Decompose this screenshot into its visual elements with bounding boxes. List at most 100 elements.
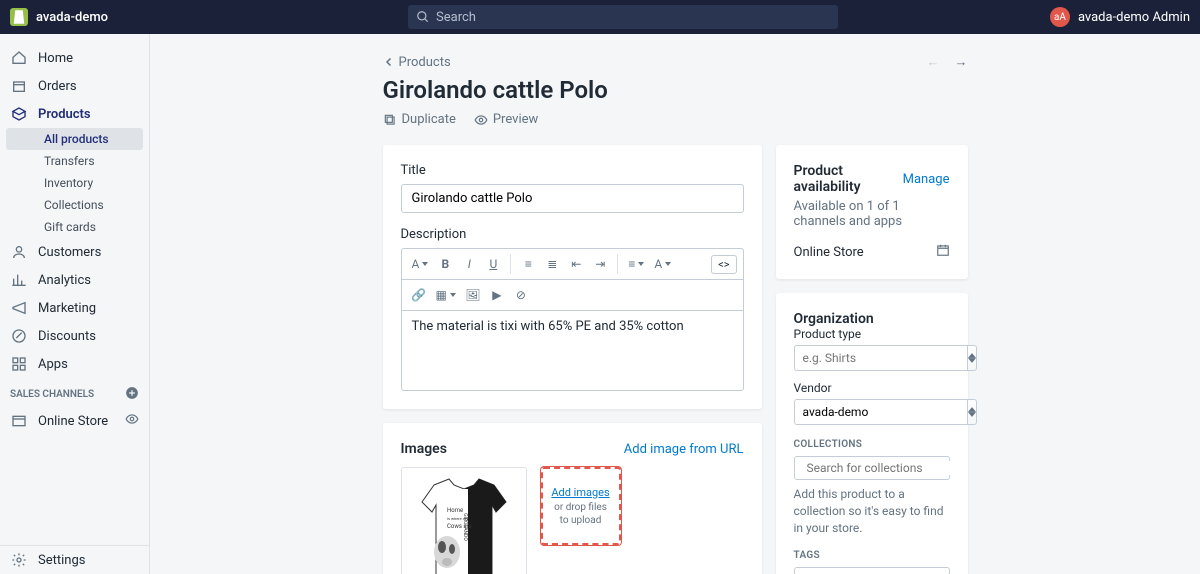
collections-search-input[interactable] <box>807 461 963 475</box>
main-content: Products ← → Girolando cattle Polo Dupli… <box>150 34 1200 574</box>
duplicate-button[interactable]: Duplicate <box>383 112 456 127</box>
global-search[interactable]: Search <box>408 5 838 29</box>
discounts-icon <box>10 327 28 345</box>
section-label: SALES CHANNELS <box>10 389 94 400</box>
sidebar-item-label: Analytics <box>38 273 91 288</box>
images-heading: Images <box>401 441 447 457</box>
vendor-dropdown-button[interactable] <box>967 399 977 425</box>
store-name[interactable]: avada-demo <box>36 10 108 25</box>
collections-help: Add this product to a collection so it's… <box>794 486 950 536</box>
collections-search[interactable] <box>794 456 950 480</box>
chevron-down-icon <box>968 358 976 363</box>
calendar-icon[interactable] <box>936 243 950 261</box>
gear-icon <box>10 551 28 569</box>
underline-button[interactable]: U <box>482 253 504 275</box>
outdent-button[interactable]: ⇤ <box>565 253 587 275</box>
sidebar-item-label: Online Store <box>38 414 125 429</box>
sidebar-item-apps[interactable]: Apps <box>0 350 149 378</box>
bold-button[interactable]: B <box>434 253 456 275</box>
title-label: Title <box>401 163 744 178</box>
sidebar-item-settings[interactable]: Settings <box>0 546 150 574</box>
apps-icon <box>10 355 28 373</box>
sidebar-item-orders[interactable]: Orders <box>0 72 149 100</box>
view-store-icon[interactable] <box>125 412 139 430</box>
description-label: Description <box>401 227 744 242</box>
italic-button[interactable]: I <box>458 253 480 275</box>
collections-heading: COLLECTIONS <box>794 439 950 450</box>
next-product-button[interactable]: → <box>955 54 968 70</box>
video-button[interactable]: ▶ <box>486 284 508 306</box>
marketing-icon <box>10 299 28 317</box>
avatar: aA <box>1050 7 1070 27</box>
add-channel-icon[interactable] <box>125 386 139 403</box>
product-image-thumb[interactable]: GIROLANDO Home is where my Cows are <box>401 467 527 574</box>
customers-icon <box>10 243 28 261</box>
preview-icon <box>474 113 488 127</box>
add-images-link[interactable]: Add images <box>551 486 609 499</box>
tags-heading: TAGS <box>794 550 950 561</box>
font-family-button[interactable]: A <box>408 253 433 275</box>
prev-product-button[interactable]: ← <box>927 54 940 70</box>
preview-button[interactable]: Preview <box>474 112 538 127</box>
search-icon <box>416 10 430 24</box>
products-icon <box>10 105 28 123</box>
bullet-list-button[interactable]: ≡ <box>517 253 539 275</box>
sidebar-item-label: Customers <box>38 245 101 260</box>
organization-heading: Organization <box>794 311 950 327</box>
user-name: avada-demo Admin <box>1078 10 1190 25</box>
availability-heading: Product availability <box>794 163 903 195</box>
channel-name: Online Store <box>794 245 864 260</box>
subnav-collections[interactable]: Collections <box>6 194 143 216</box>
title-input[interactable] <box>401 184 744 213</box>
action-label: Duplicate <box>402 112 456 127</box>
tags-input[interactable] <box>794 567 950 574</box>
sidebar-item-home[interactable]: Home <box>0 44 149 72</box>
product-type-input[interactable] <box>794 345 967 371</box>
vendor-label: Vendor <box>794 381 950 395</box>
action-label: Preview <box>493 112 538 127</box>
sidebar-item-customers[interactable]: Customers <box>0 238 149 266</box>
subnav-all-products[interactable]: All products <box>6 128 143 150</box>
subnav-inventory[interactable]: Inventory <box>6 172 143 194</box>
duplicate-icon <box>383 113 397 127</box>
pagination-arrows: ← → <box>927 54 968 70</box>
breadcrumb-back[interactable]: Products <box>383 55 451 70</box>
description-editor[interactable]: The material is tixi with 65% PE and 35%… <box>401 311 744 391</box>
sidebar-item-analytics[interactable]: Analytics <box>0 266 149 294</box>
images-card: Images Add image from URL GIROLANDO Home <box>383 423 762 574</box>
sidebar-item-online-store[interactable]: Online Store <box>0 407 149 435</box>
home-icon <box>10 49 28 67</box>
image-button[interactable]: 🖼 <box>462 284 484 306</box>
subnav-gift-cards[interactable]: Gift cards <box>6 216 143 238</box>
rte-toolbar: A B I U ≡ ≣ ⇤ ⇥ ≡ A <> <box>401 248 744 280</box>
add-image-url-link[interactable]: Add image from URL <box>624 442 744 457</box>
link-button[interactable]: 🔗 <box>408 284 430 306</box>
product-type-dropdown-button[interactable] <box>967 345 977 371</box>
indent-button[interactable]: ⇥ <box>589 253 611 275</box>
dropzone-hint: or drop files to upload <box>549 501 613 527</box>
clear-format-button[interactable]: ⊘ <box>510 284 532 306</box>
text-color-button[interactable]: A <box>650 253 675 275</box>
subnav-transfers[interactable]: Transfers <box>6 150 143 172</box>
sidebar-item-label: Orders <box>38 79 77 94</box>
image-dropzone[interactable]: Add images or drop files to upload <box>541 467 621 545</box>
svg-text:is where my: is where my <box>447 516 468 521</box>
table-button[interactable]: ▦ <box>432 284 460 306</box>
sidebar-item-label: Discounts <box>38 329 96 344</box>
user-menu[interactable]: aA avada-demo Admin <box>1050 7 1190 27</box>
manage-availability-link[interactable]: Manage <box>903 172 950 187</box>
vendor-input[interactable] <box>794 399 967 425</box>
sidebar-item-products[interactable]: Products <box>0 100 149 128</box>
html-view-button[interactable]: <> <box>711 255 736 274</box>
svg-text:Home: Home <box>447 507 463 514</box>
sidebar-item-discounts[interactable]: Discounts <box>0 322 149 350</box>
svg-text:Cows are: Cows are <box>447 523 472 530</box>
align-button[interactable]: ≡ <box>624 253 648 275</box>
search-placeholder: Search <box>436 10 476 25</box>
product-type-label: Product type <box>794 327 950 341</box>
sidebar-item-marketing[interactable]: Marketing <box>0 294 149 322</box>
availability-card: Product availability Manage Available on… <box>776 145 968 279</box>
sidebar-item-label: Apps <box>38 357 68 372</box>
numbered-list-button[interactable]: ≣ <box>541 253 563 275</box>
breadcrumb-label: Products <box>399 55 451 70</box>
